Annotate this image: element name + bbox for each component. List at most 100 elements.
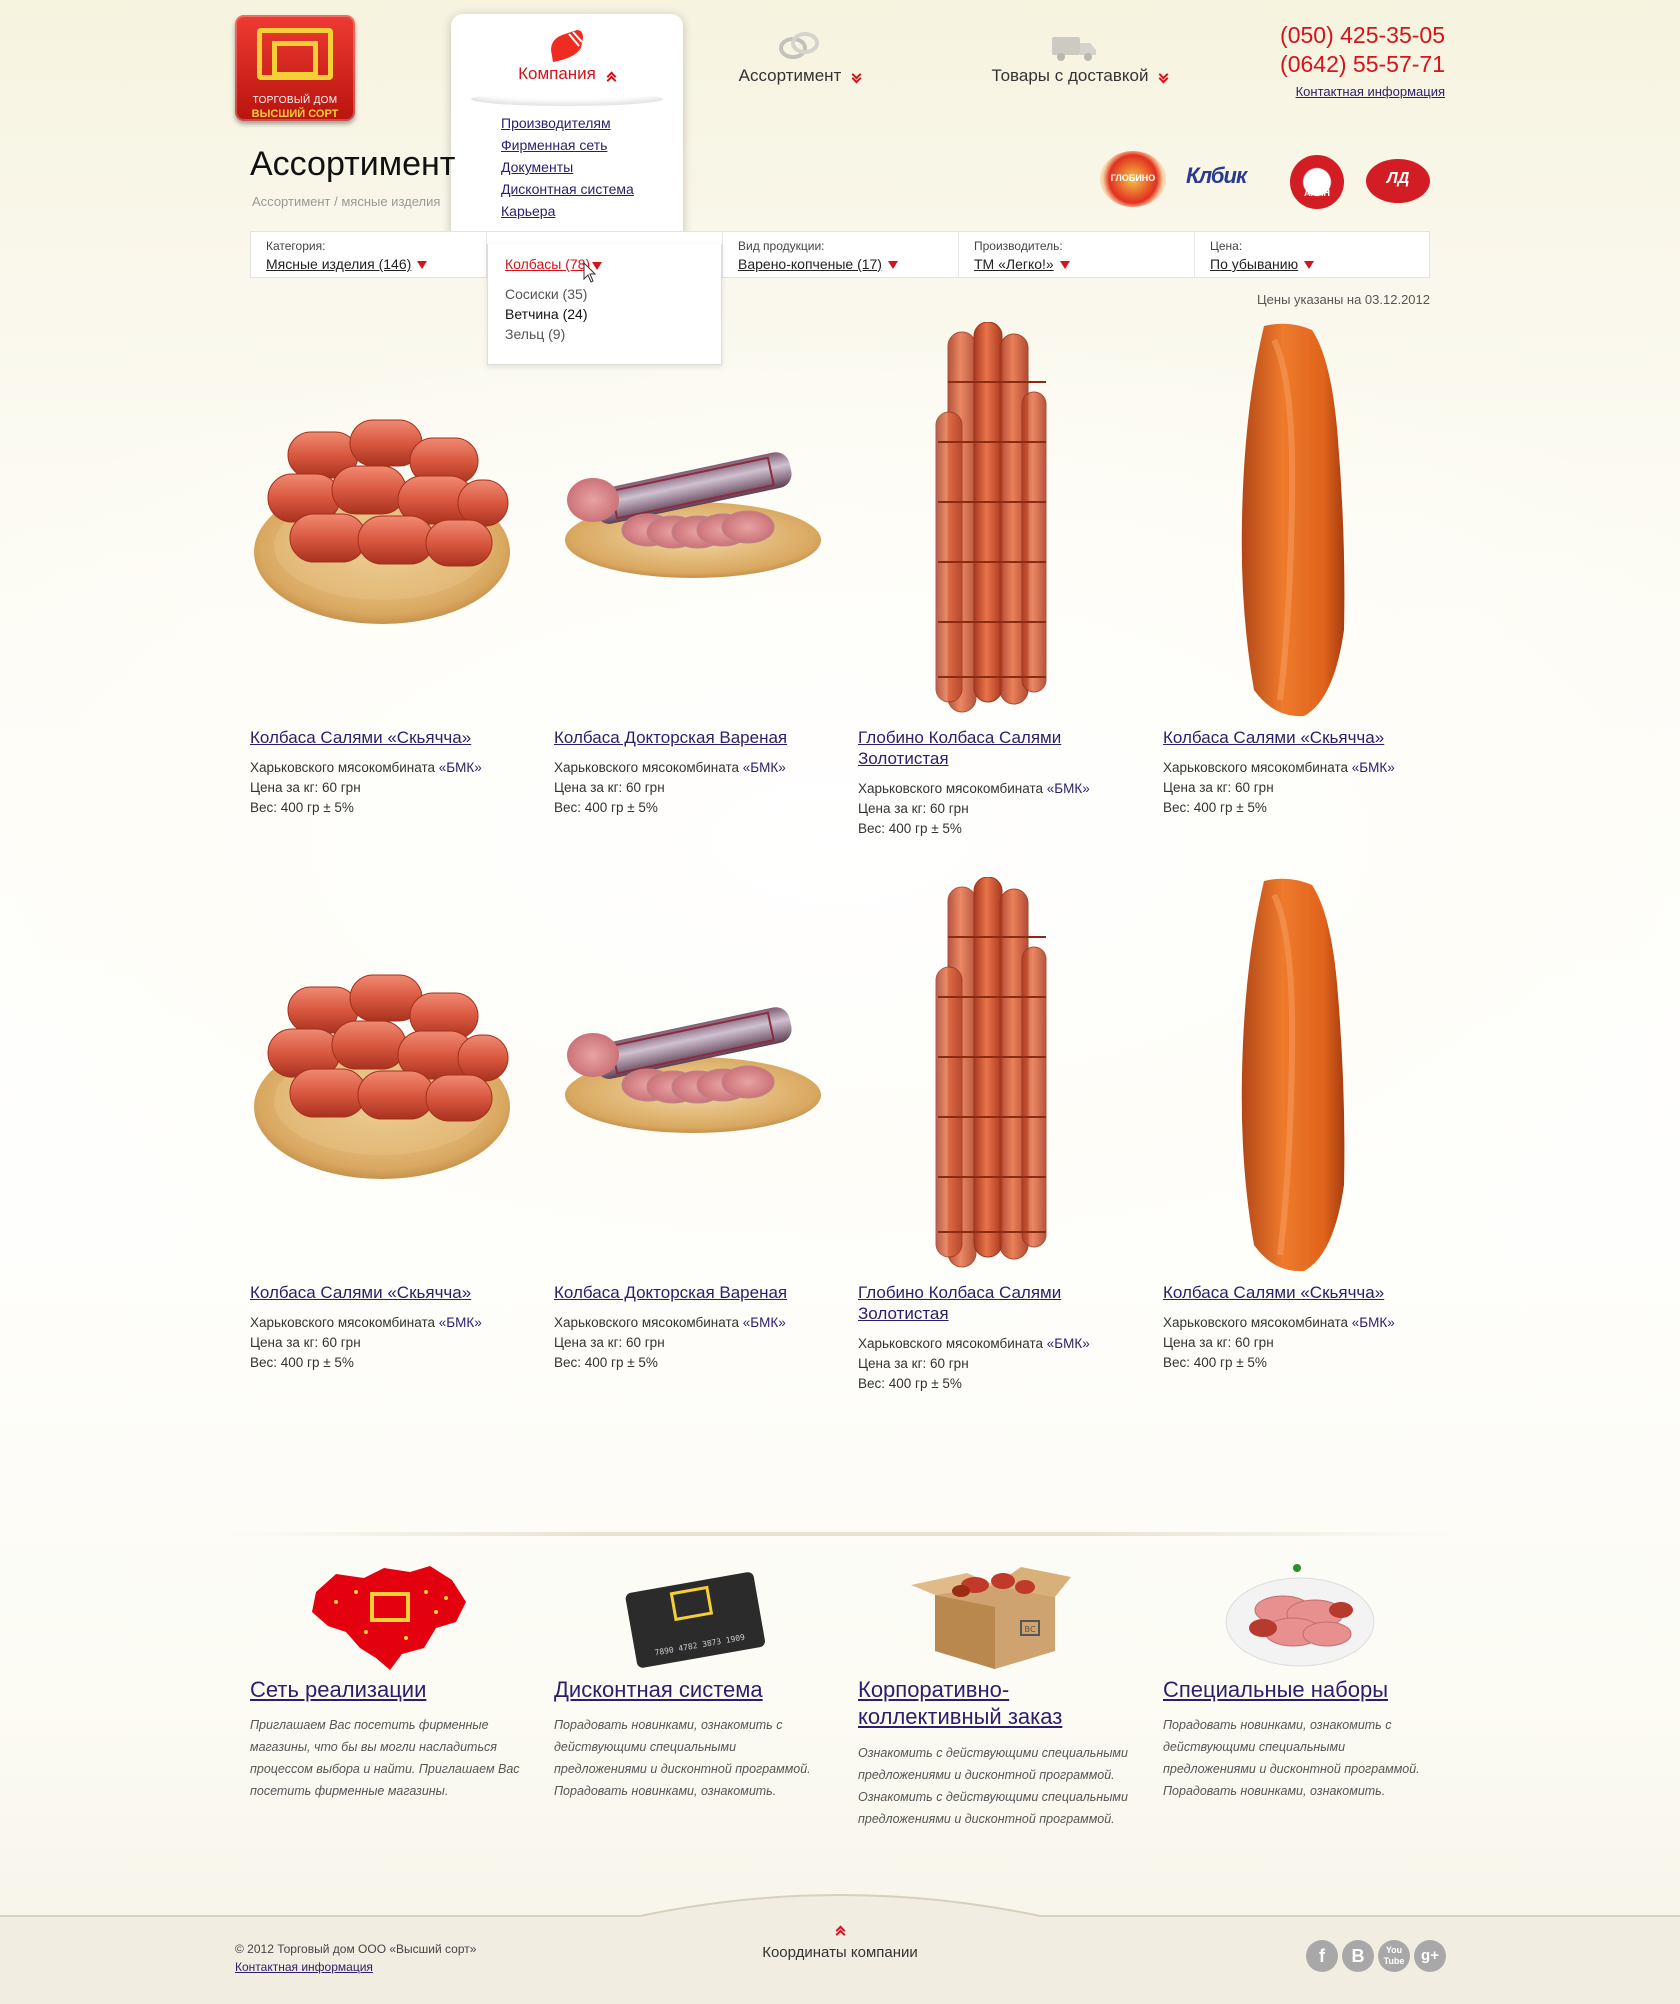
brand-alan-logo[interactable]: АЛАН [1290, 155, 1344, 209]
product-info: Харьковского мясокомбината «БМК» Цена за… [858, 779, 1118, 839]
dropdown-arrow-icon [887, 260, 898, 269]
submenu-career[interactable]: Карьера [501, 200, 634, 222]
special-sets-plate-icon[interactable] [1223, 1560, 1377, 1670]
product-maker-link[interactable]: «БМК» [743, 1315, 786, 1330]
filter-category-label: Категория: [266, 239, 326, 253]
filter-price-value[interactable]: По убыванию [1210, 256, 1298, 272]
subcategory-option-ham[interactable]: Ветчина (24) [505, 306, 588, 322]
product-title-link[interactable]: Колбаса Салями «Скьячча» [1163, 727, 1403, 748]
nav-delivery-label: Товары с доставкой [991, 66, 1149, 85]
filter-price[interactable]: Цена: По убыванию [1195, 232, 1429, 277]
brand-globino-label: ГЛОБИНО [1110, 173, 1156, 183]
feature-text-network: Приглашаем Вас посетить фирменные магази… [250, 1718, 520, 1798]
box-logo-text: ВС [1024, 1625, 1035, 1634]
product-title-link[interactable]: Глобино Колбаса Салями Золотистая [858, 727, 1098, 769]
feature-title-network[interactable]: Сеть реализации [250, 1676, 510, 1703]
rings-icon [779, 32, 819, 59]
corporate-order-box-icon[interactable]: ВС [905, 1555, 1075, 1673]
discount-card-icon[interactable]: 7890 4782 3873 1909 [620, 1568, 770, 1668]
google-plus-icon[interactable]: g+ [1414, 1940, 1446, 1972]
filter-type[interactable]: Вид продукции: Варено-копченые (17) [723, 232, 959, 277]
brand-ld-label: ЛД [1386, 170, 1410, 187]
product-image[interactable] [928, 322, 1058, 718]
product-maker-link[interactable]: «БМК» [743, 760, 786, 775]
facebook-icon[interactable]: f [1306, 1940, 1338, 1972]
phone-2[interactable]: (0642) 55-57-71 [1280, 51, 1445, 78]
product-weight: Вес: 400 гр ± 5% [858, 821, 962, 836]
brand-klbik-logo[interactable]: Клбик [1186, 163, 1266, 193]
product-price: Цена за кг: 60 грн [1163, 1335, 1274, 1350]
filter-maker-value[interactable]: ТМ «Легко!» [974, 256, 1054, 272]
subcategory-selected[interactable]: Колбасы (78) [505, 256, 590, 272]
phone-1[interactable]: (050) 425-35-05 [1280, 22, 1445, 49]
product-title-link[interactable]: Колбаса Докторская Вареная [554, 727, 794, 748]
section-divider [230, 1532, 1450, 1536]
contact-info-link[interactable]: Контактная информация [1296, 84, 1445, 99]
product-info: Харьковского мясокомбината «БМК» Цена за… [250, 758, 510, 818]
footer-contact-link[interactable]: Контактная информация [235, 1960, 373, 1974]
company-submenu: Производителям Фирменная сеть Документы … [501, 112, 634, 222]
product-image[interactable] [250, 935, 522, 1185]
product-maker-link[interactable]: «БМК» [1352, 1315, 1395, 1330]
product-title-link[interactable]: Колбаса Салями «Скьячча» [250, 1282, 490, 1303]
product-maker-link[interactable]: «БМК» [439, 1315, 482, 1330]
product-title-link[interactable]: Колбаса Салями «Скьячча» [1163, 1282, 1403, 1303]
product-weight: Вес: 400 гр ± 5% [554, 1355, 658, 1370]
product-title-link[interactable]: Глобино Колбаса Салями Золотистая [858, 1282, 1098, 1324]
breadcrumb[interactable]: Ассортимент / мясные изделия [252, 194, 440, 209]
filter-category-value[interactable]: Мясные изделия (146) [266, 256, 411, 272]
product-info: Харьковского мясокомбината «БМК» Цена за… [1163, 1313, 1423, 1373]
feature-title-corporate[interactable]: Корпоративно-коллективный заказ [858, 1676, 1078, 1730]
product-image[interactable] [1234, 875, 1354, 1275]
filter-maker[interactable]: Производитель: ТМ «Легко!» [959, 232, 1195, 277]
product-maker-text: Харьковского мясокомбината [1163, 760, 1349, 775]
product-image[interactable] [1234, 320, 1354, 720]
ukraine-map-icon[interactable] [306, 1562, 470, 1674]
submenu-discount[interactable]: Дисконтная система [501, 178, 634, 200]
product-weight: Вес: 400 гр ± 5% [250, 800, 354, 815]
youtube-icon[interactable]: You Tube [1378, 1940, 1410, 1972]
product-maker-link[interactable]: «БМК» [439, 760, 482, 775]
product-image[interactable] [553, 440, 823, 580]
filter-category[interactable]: Категория: Мясные изделия (146) [251, 232, 487, 277]
submenu-producers[interactable]: Производителям [501, 112, 634, 134]
nav-assortment[interactable]: Ассортимент [720, 66, 880, 86]
subcategory-option-zelts[interactable]: Зельц (9) [505, 326, 565, 342]
product-maker-text: Харьковского мясокомбината [250, 1315, 436, 1330]
chevron-up-icon[interactable] [831, 1920, 849, 1934]
menu-divider [471, 92, 663, 106]
product-maker-link[interactable]: «БМК» [1352, 760, 1395, 775]
brand-ld-logo[interactable]: ЛД [1366, 159, 1430, 203]
nav-company[interactable]: Компания [451, 64, 683, 84]
vkontakte-icon[interactable]: B [1342, 1940, 1374, 1972]
feature-text-corporate: Ознакомить с действующими специальными п… [858, 1746, 1128, 1826]
brand-globino-logo[interactable]: ГЛОБИНО [1100, 151, 1166, 207]
subcategory-dropdown: Колбасы (78) Сосиски (35) Ветчина (24) З… [487, 244, 722, 365]
nav-delivery[interactable]: Товары с доставкой [960, 66, 1200, 86]
site-logo[interactable]: ТОРГОВЫЙ ДОМ ВЫСШИЙ СОРТ [235, 15, 355, 121]
product-maker: Харьковского мясокомбината «БМК» [858, 1334, 1118, 1354]
product-image[interactable] [250, 380, 522, 630]
feature-title-special[interactable]: Специальные наборы [1163, 1676, 1423, 1703]
product-title-link[interactable]: Колбаса Докторская Вареная [554, 1282, 794, 1303]
chevron-down-icon [851, 71, 861, 83]
product-maker-link[interactable]: «БМК» [1047, 1336, 1090, 1351]
product-maker: Харьковского мясокомбината «БМК» [250, 758, 510, 778]
product-maker-text: Харьковского мясокомбината [1163, 1315, 1349, 1330]
product-image[interactable] [553, 995, 823, 1135]
subcategory-option-sausages[interactable]: Сосиски (35) [505, 286, 587, 302]
feature-title-discount[interactable]: Дисконтная система [554, 1676, 814, 1703]
filter-price-label: Цена: [1210, 239, 1243, 253]
product-maker-text: Харьковского мясокомбината [858, 1336, 1044, 1351]
product-price: Цена за кг: 60 грн [858, 801, 969, 816]
filter-type-value[interactable]: Варено-копченые (17) [738, 256, 882, 272]
product-maker-text: Харьковского мясокомбината [858, 781, 1044, 796]
submenu-brand-network[interactable]: Фирменная сеть [501, 134, 634, 156]
product-price: Цена за кг: 60 грн [554, 780, 665, 795]
submenu-documents[interactable]: Документы [501, 156, 634, 178]
product-maker-link[interactable]: «БМК» [1047, 781, 1090, 796]
product-title-link[interactable]: Колбаса Салями «Скьячча» [250, 727, 490, 748]
product-price: Цена за кг: 60 грн [250, 780, 361, 795]
product-image[interactable] [928, 877, 1058, 1273]
product-maker: Харьковского мясокомбината «БМК» [1163, 1313, 1423, 1333]
